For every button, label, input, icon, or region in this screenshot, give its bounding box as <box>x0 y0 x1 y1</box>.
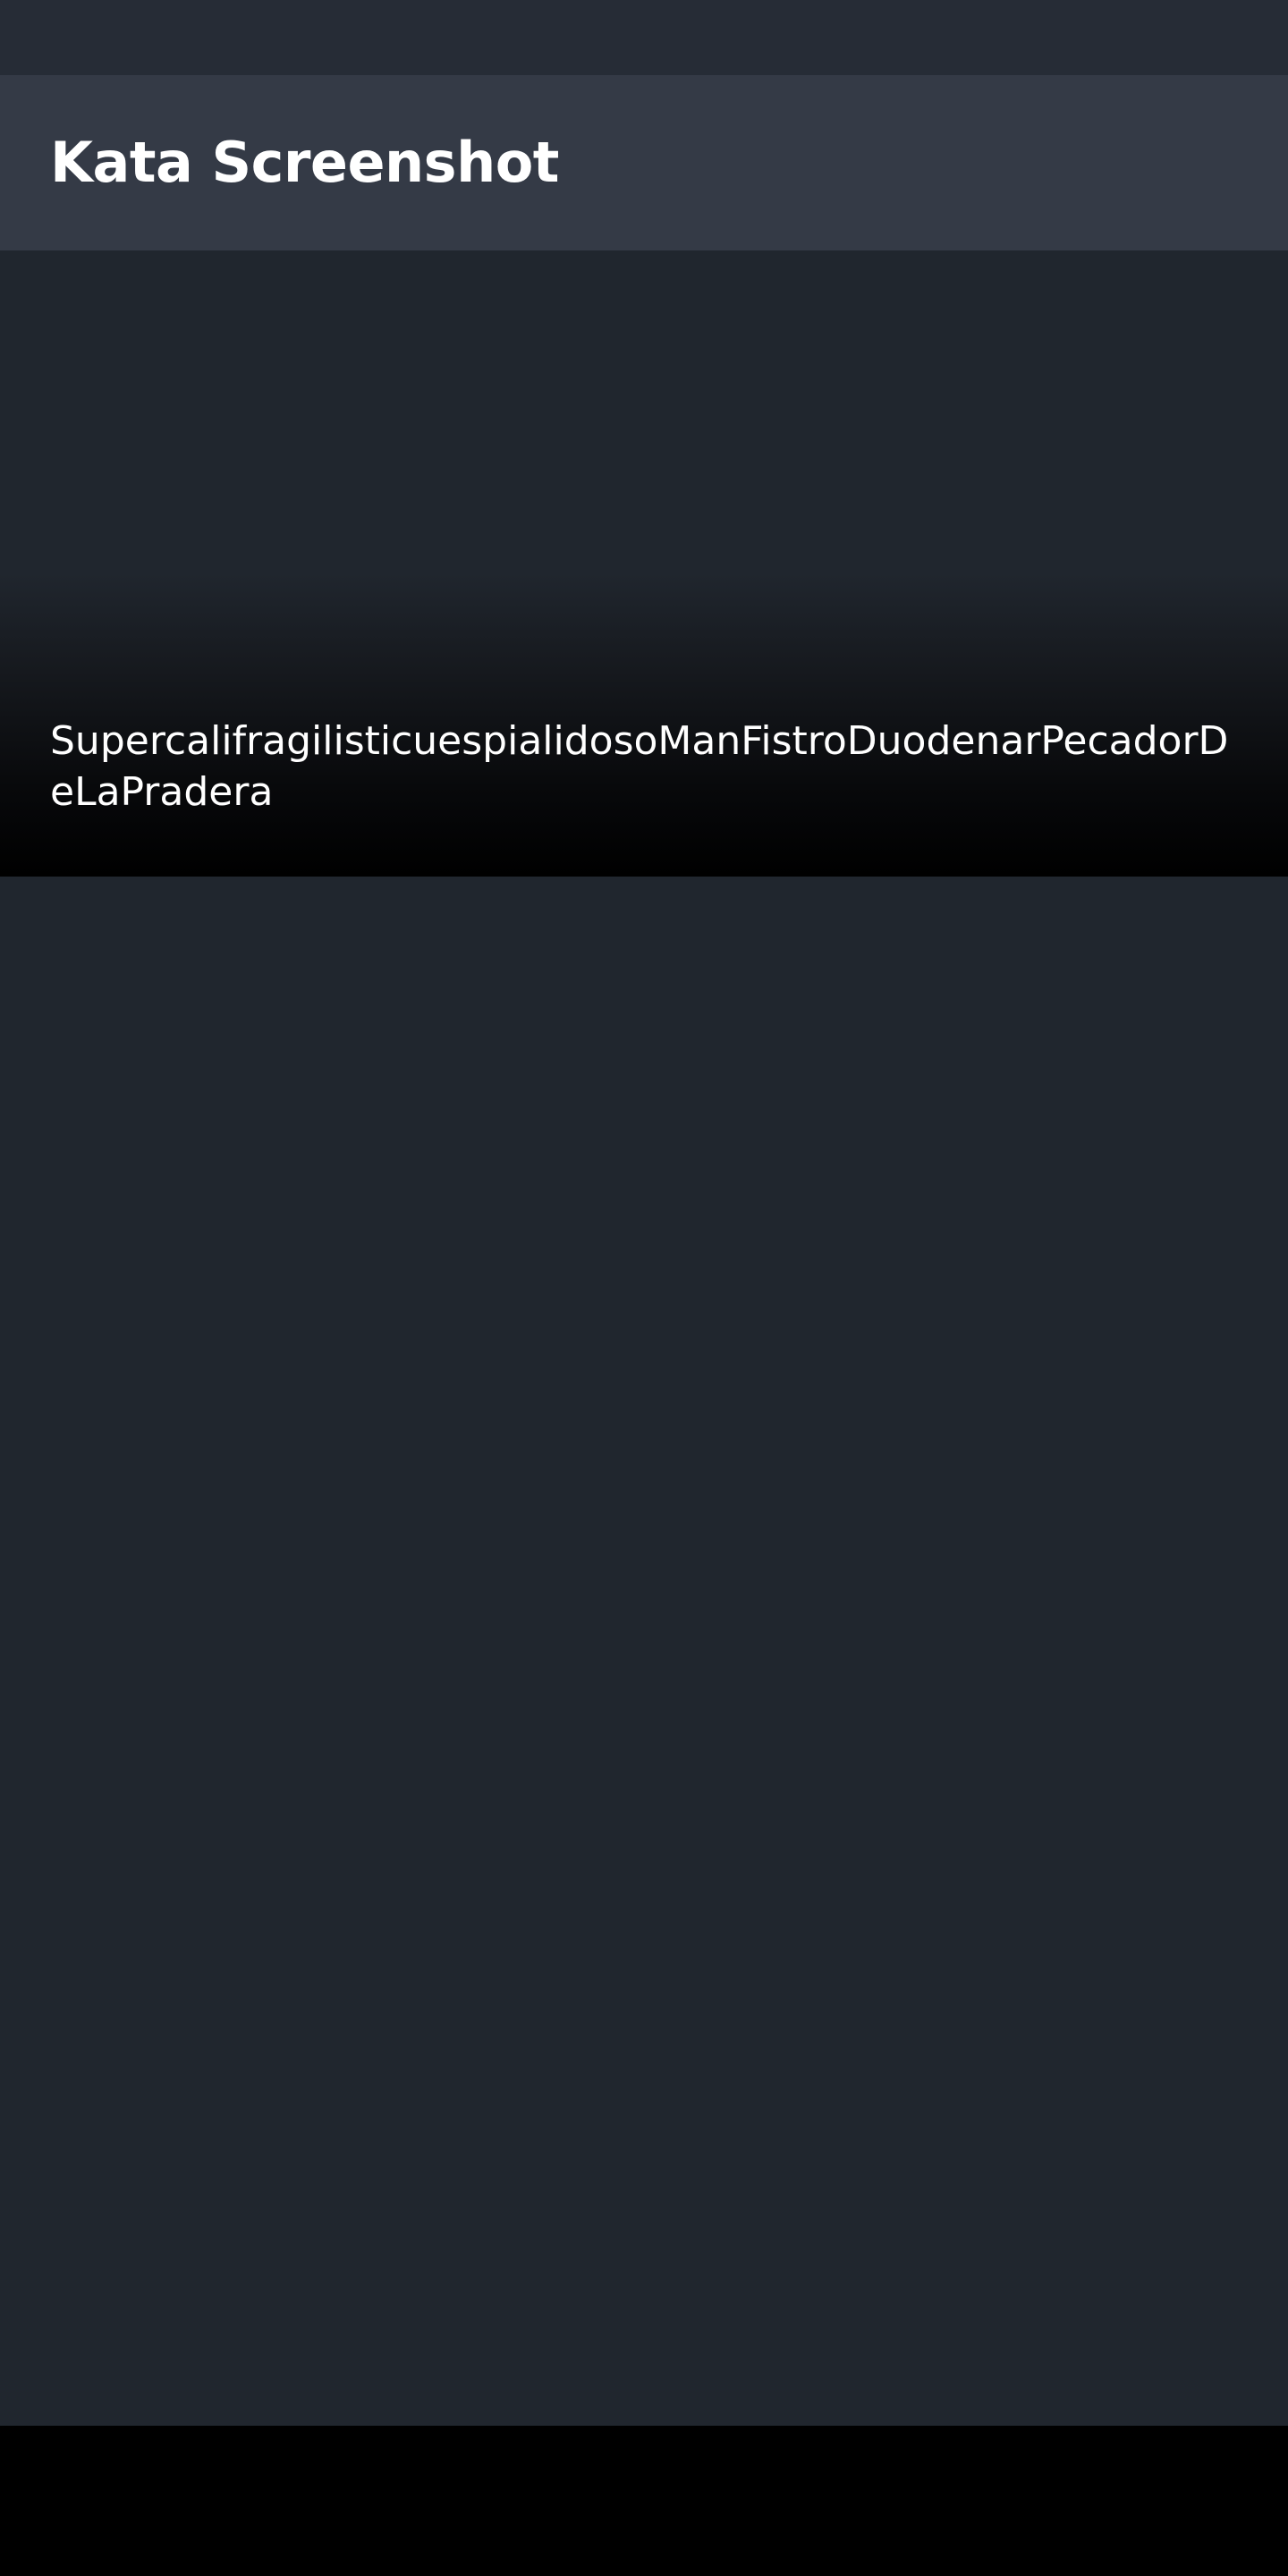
app-screen: Kata Screenshot Supercalifragilisticuesp… <box>0 0 1288 2576</box>
hero-caption: SupercalifragilisticuespialidosoManFistr… <box>50 718 1229 815</box>
content-area: SupercalifragilisticuespialidosoManFistr… <box>0 250 1288 2426</box>
app-title: Kata Screenshot <box>50 130 559 195</box>
app-bar: Kata Screenshot <box>0 75 1288 250</box>
navigation-bar <box>0 2426 1288 2576</box>
status-bar <box>0 0 1288 75</box>
hero-card[interactable]: SupercalifragilisticuespialidosoManFistr… <box>0 250 1288 877</box>
